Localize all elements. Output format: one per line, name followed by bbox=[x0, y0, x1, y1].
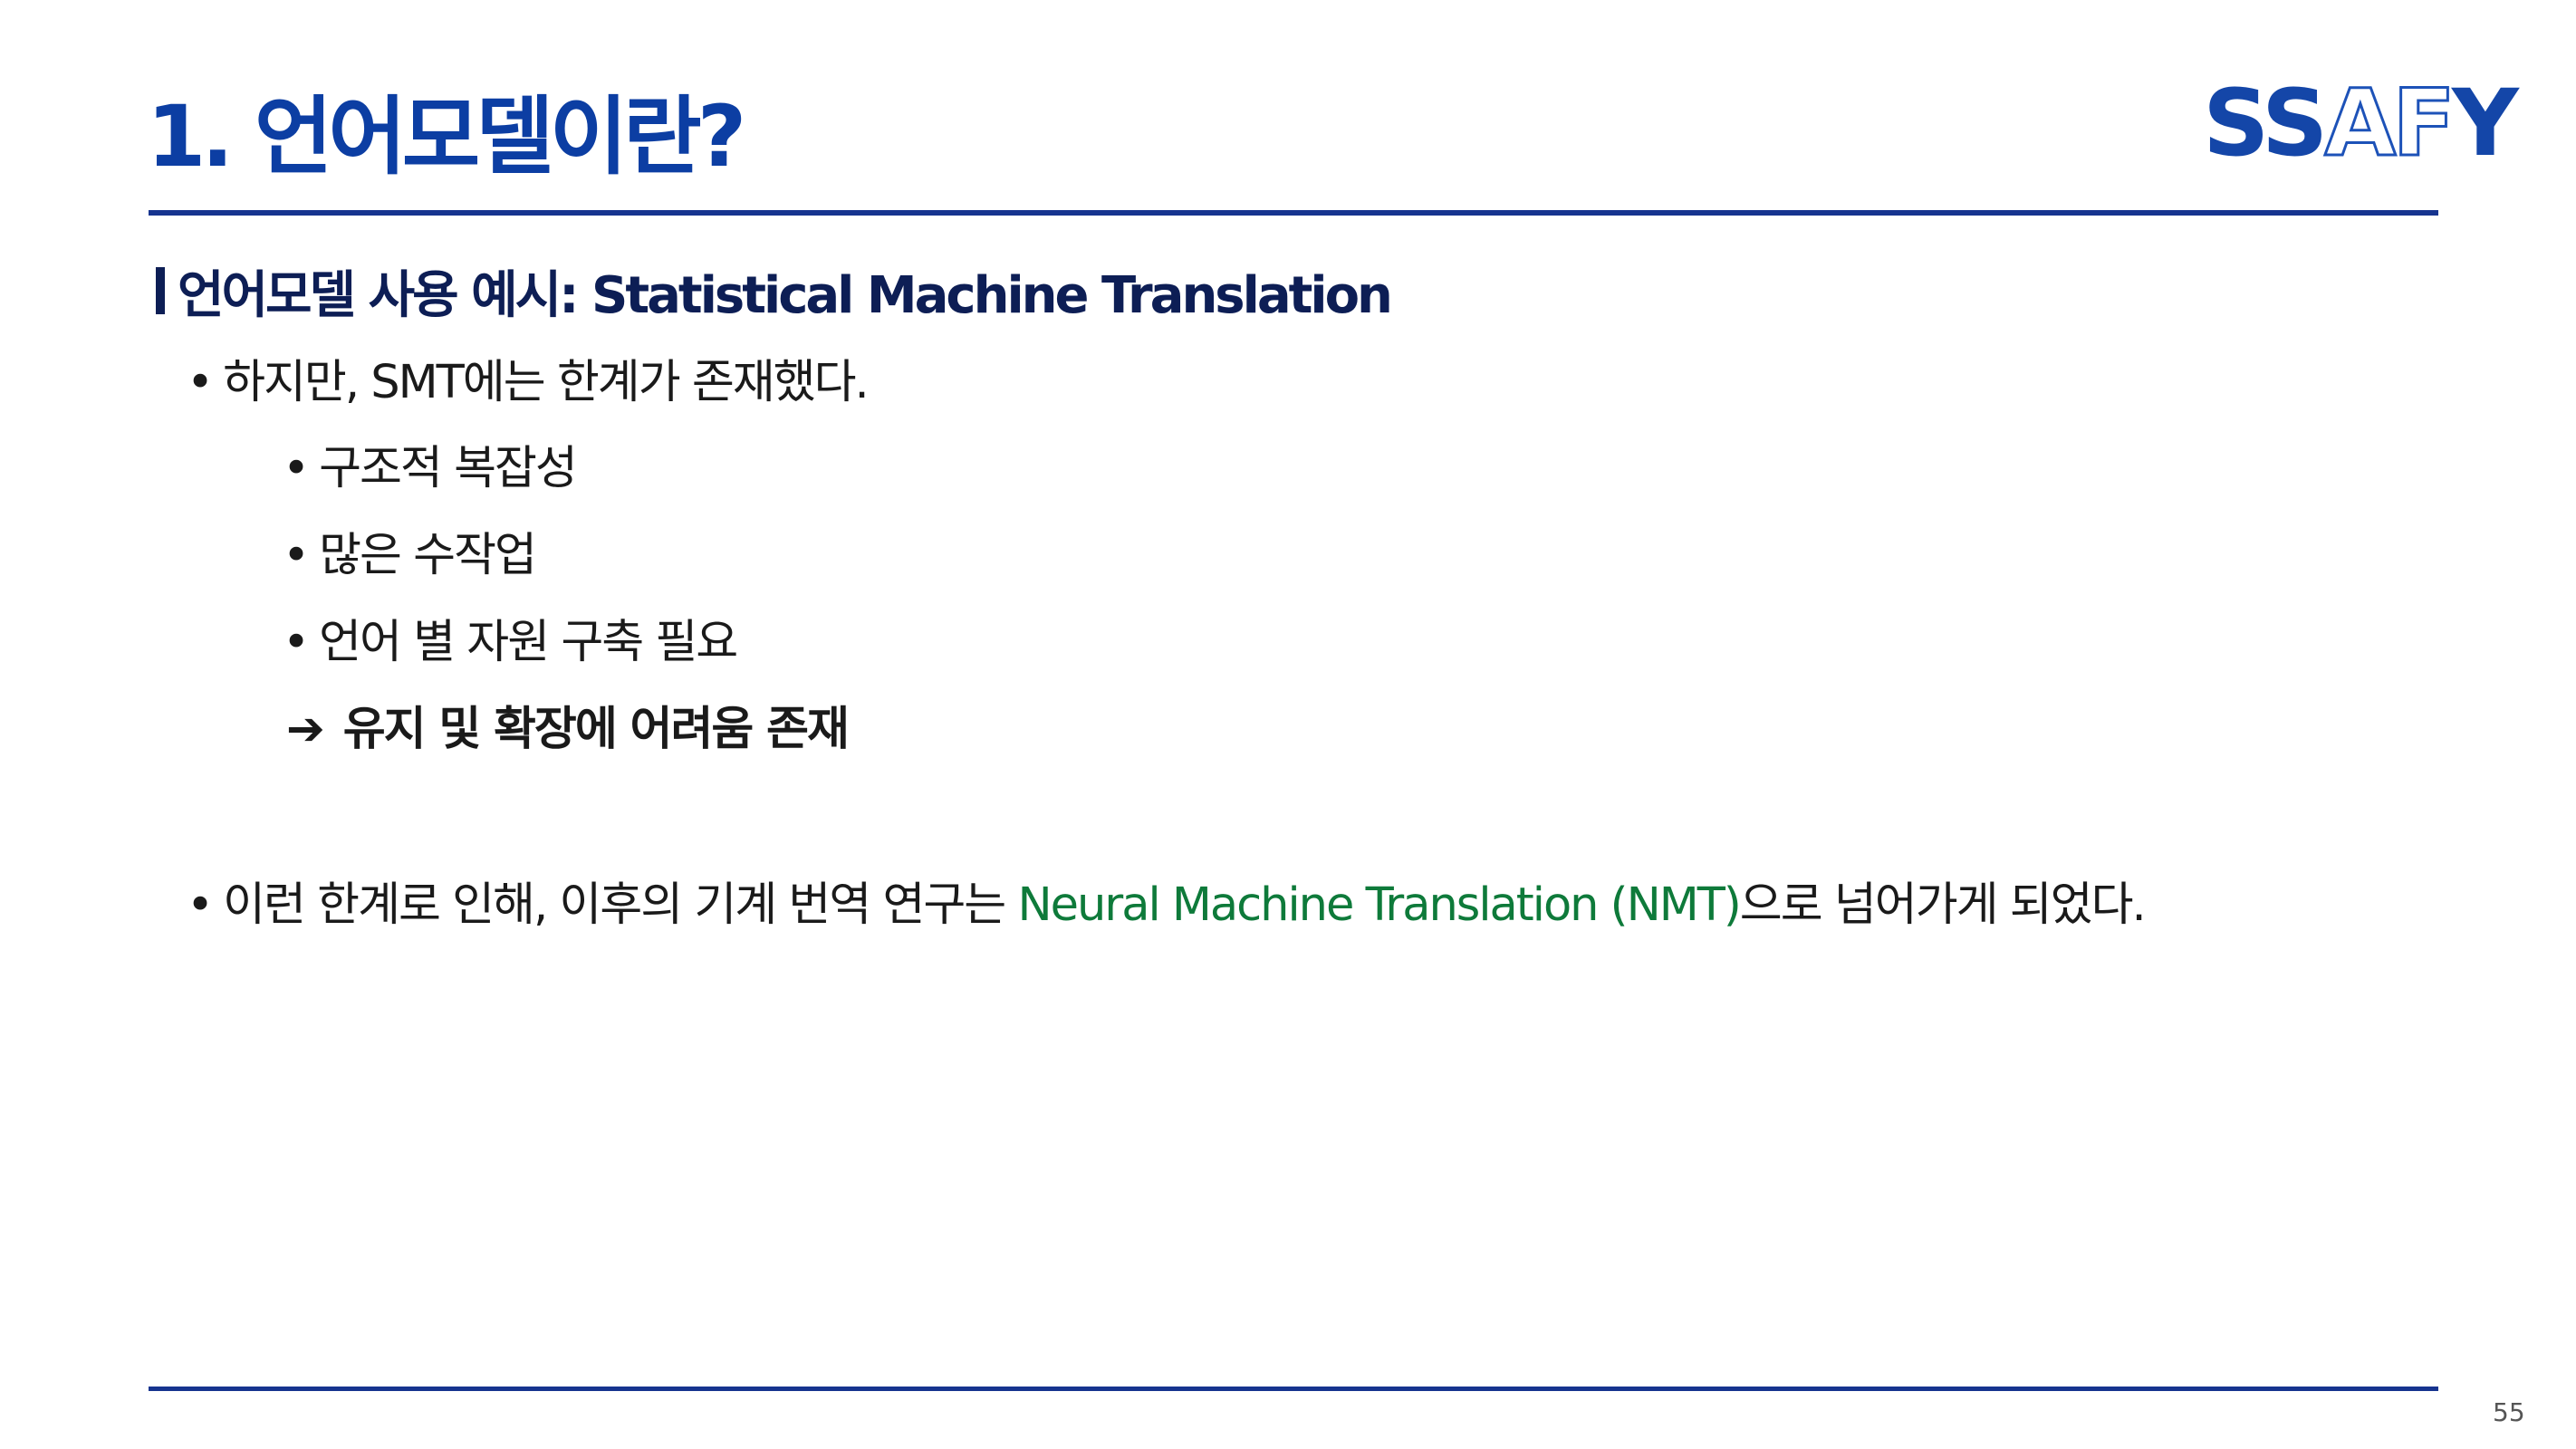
slide-title: 1. 언어모델이란? bbox=[147, 88, 746, 187]
section-marker-bar bbox=[156, 267, 165, 314]
bullet-dot-icon: • bbox=[187, 878, 214, 932]
bullet-smt-limitations: • 하지만, SMT에는 한계가 존재했다. bbox=[187, 360, 870, 406]
ssafy-logo: SSAFY bbox=[2203, 76, 2519, 171]
bullet-text: 구조적 복잡성 bbox=[319, 442, 578, 495]
bullet-text-suffix: 으로 넘어가게 되었다. bbox=[1739, 878, 2147, 932]
sub-bullet-language-resources: • 언어 별 자원 구축 필요 bbox=[283, 616, 738, 669]
bullet-dot-icon: • bbox=[187, 356, 214, 409]
logo-part-1: SS bbox=[2203, 70, 2328, 178]
footer-divider bbox=[149, 1387, 2438, 1391]
conclusion-text: 유지 및 확장에 어려움 존재 bbox=[342, 703, 850, 756]
page-number: 55 bbox=[2493, 1397, 2525, 1427]
bullet-text-prefix: 이런 한계로 인해, 이후의 기계 번역 연구는 bbox=[223, 878, 1018, 932]
bullet-text: 많은 수작업 bbox=[319, 529, 537, 582]
bullet-dot-icon: • bbox=[283, 442, 310, 495]
logo-part-2: AF bbox=[2323, 70, 2457, 178]
bullet-text: 언어 별 자원 구축 필요 bbox=[319, 616, 738, 669]
nmt-highlight: Neural Machine Translation (NMT) bbox=[1017, 878, 1741, 932]
bullet-dot-icon: • bbox=[283, 529, 310, 582]
title-divider bbox=[149, 210, 2438, 216]
logo-part-3: Y bbox=[2451, 70, 2519, 178]
bullet-nmt-transition: • 이런 한계로 인해, 이후의 기계 번역 연구는 Neural Machine… bbox=[187, 882, 2147, 928]
section-heading: 언어모델 사용 예시: Statistical Machine Translat… bbox=[156, 264, 1393, 325]
conclusion-line: ➔ 유지 및 확장에 어려움 존재 bbox=[286, 703, 850, 756]
bullet-text: 하지만, SMT에는 한계가 존재했다. bbox=[223, 356, 870, 409]
arrow-right-icon: ➔ bbox=[286, 703, 325, 756]
section-heading-text: 언어모델 사용 예시: Statistical Machine Translat… bbox=[178, 265, 1393, 325]
sub-bullet-structural-complexity: • 구조적 복잡성 bbox=[283, 446, 578, 492]
sub-bullet-manual-work: • 많은 수작업 bbox=[283, 533, 537, 579]
bullet-dot-icon: • bbox=[283, 616, 310, 669]
